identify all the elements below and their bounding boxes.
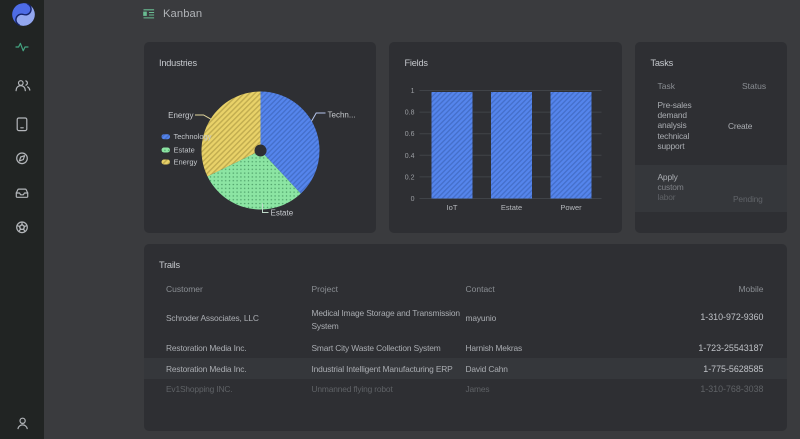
svg-text:Estate: Estate — [270, 208, 293, 217]
svg-text:Energy: Energy — [168, 111, 193, 120]
svg-text:0.4: 0.4 — [405, 152, 415, 159]
svg-text:Technology: Technology — [173, 132, 211, 141]
svg-text:Energy: Energy — [173, 157, 197, 166]
svg-text:Techn...: Techn... — [327, 110, 355, 119]
svg-text:Power: Power — [560, 203, 582, 212]
svg-text:0.2: 0.2 — [405, 174, 415, 181]
svg-text:Estate: Estate — [501, 203, 522, 212]
svg-text:0.6: 0.6 — [405, 131, 415, 138]
svg-text:Estate: Estate — [173, 145, 194, 154]
svg-text:IoT: IoT — [447, 203, 458, 212]
svg-text:0: 0 — [411, 196, 415, 203]
svg-text:1: 1 — [411, 88, 415, 95]
svg-text:0.8: 0.8 — [405, 109, 415, 116]
